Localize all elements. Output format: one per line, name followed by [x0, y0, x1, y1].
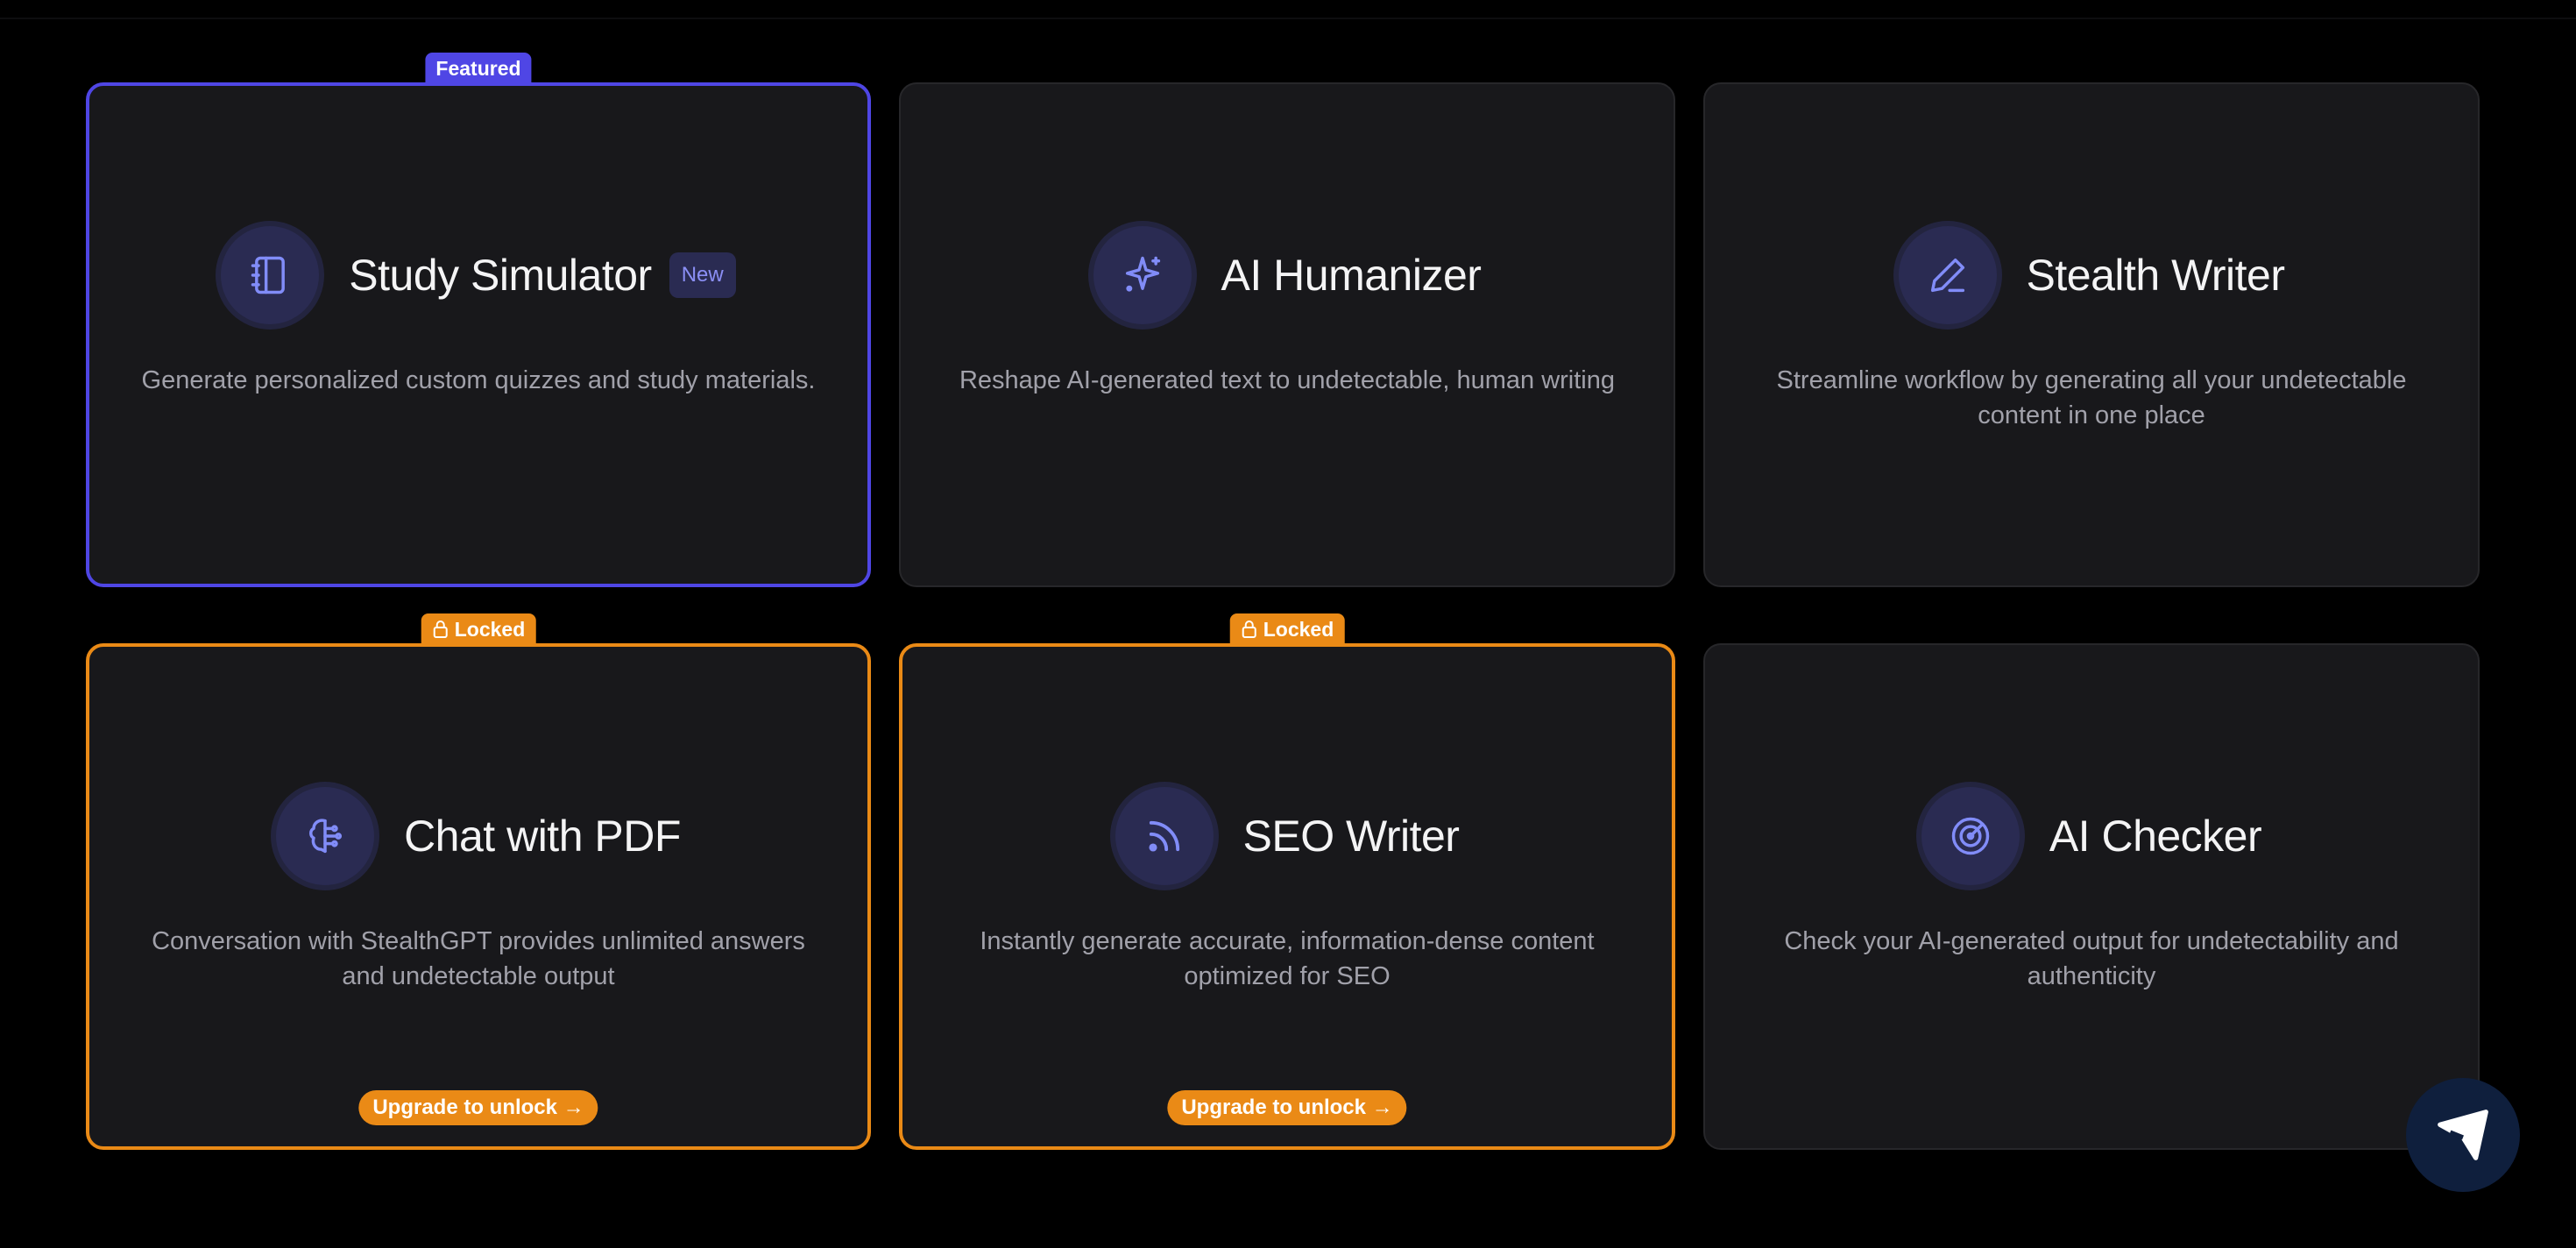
lock-icon — [433, 620, 448, 638]
card-seo-writer[interactable]: Locked SEO Writer Instantly generate acc… — [899, 613, 1675, 1150]
card-title: AI Humanizer — [1221, 251, 1482, 300]
featured-badge: Featured — [425, 53, 532, 84]
card-title-row: AI Humanizer — [1093, 226, 1482, 324]
card-title-row: AI Checker — [1921, 787, 2262, 885]
top-divider — [0, 18, 2576, 19]
paper-plane-icon — [2438, 1110, 2488, 1160]
featured-badge-label: Featured — [435, 56, 521, 80]
locked-badge-label: Locked — [454, 617, 526, 641]
locked-badge: Locked — [421, 613, 536, 645]
brain-icon — [276, 787, 375, 885]
card-description: Streamline workflow by generating all yo… — [1776, 366, 2407, 429]
floating-action-button[interactable] — [2406, 1078, 2520, 1192]
card-title-row: Stealth Writer — [1898, 226, 2285, 324]
new-badge: New — [669, 252, 736, 298]
card-title-row: SEO Writer — [1115, 787, 1460, 885]
card-description: Check your AI-generated output for undet… — [1784, 927, 2399, 990]
pencil-icon — [1898, 226, 1997, 324]
card-title: Chat with PDF — [404, 812, 681, 861]
card-title-row: Study Simulator New — [221, 226, 736, 324]
upgrade-to-unlock-button[interactable]: Upgrade to unlock → — [358, 1090, 598, 1125]
card-description: Generate personalized custom quizzes and… — [141, 366, 816, 394]
card-ai-humanizer[interactable]: AI Humanizer Reshape AI-generated text t… — [899, 82, 1675, 587]
card-description: Reshape AI-generated text to undetectabl… — [959, 366, 1616, 394]
locked-badge: Locked — [1229, 613, 1345, 645]
card-title: AI Checker — [2049, 812, 2262, 861]
upgrade-to-unlock-button[interactable]: Upgrade to unlock → — [1167, 1090, 1407, 1125]
page: Featured Study Simulator New Generate pe… — [0, 0, 2576, 1248]
card-title: Stealth Writer — [2026, 251, 2285, 300]
card-chat-with-pdf[interactable]: Locked Chat with PDF Conversation with S… — [86, 613, 871, 1150]
card-description: Instantly generate accurate, information… — [980, 927, 1595, 990]
card-title: SEO Writer — [1242, 812, 1460, 861]
notebook-icon — [221, 226, 320, 324]
radar-icon — [1921, 787, 2020, 885]
card-description: Conversation with StealthGPT provides un… — [152, 927, 805, 990]
rss-icon — [1115, 787, 1214, 885]
card-study-simulator[interactable]: Featured Study Simulator New Generate pe… — [86, 53, 871, 587]
card-ai-checker[interactable]: AI Checker Check your AI-generated outpu… — [1703, 643, 2480, 1150]
card-title: Study Simulator — [349, 251, 652, 300]
card-stealth-writer[interactable]: Stealth Writer Streamline workflow by ge… — [1703, 82, 2480, 587]
lock-icon — [1242, 620, 1256, 638]
card-title-row: Chat with PDF — [276, 787, 681, 885]
tools-grid: Featured Study Simulator New Generate pe… — [86, 53, 2487, 1152]
sparkles-icon — [1093, 226, 1192, 324]
locked-badge-label: Locked — [1263, 617, 1334, 641]
